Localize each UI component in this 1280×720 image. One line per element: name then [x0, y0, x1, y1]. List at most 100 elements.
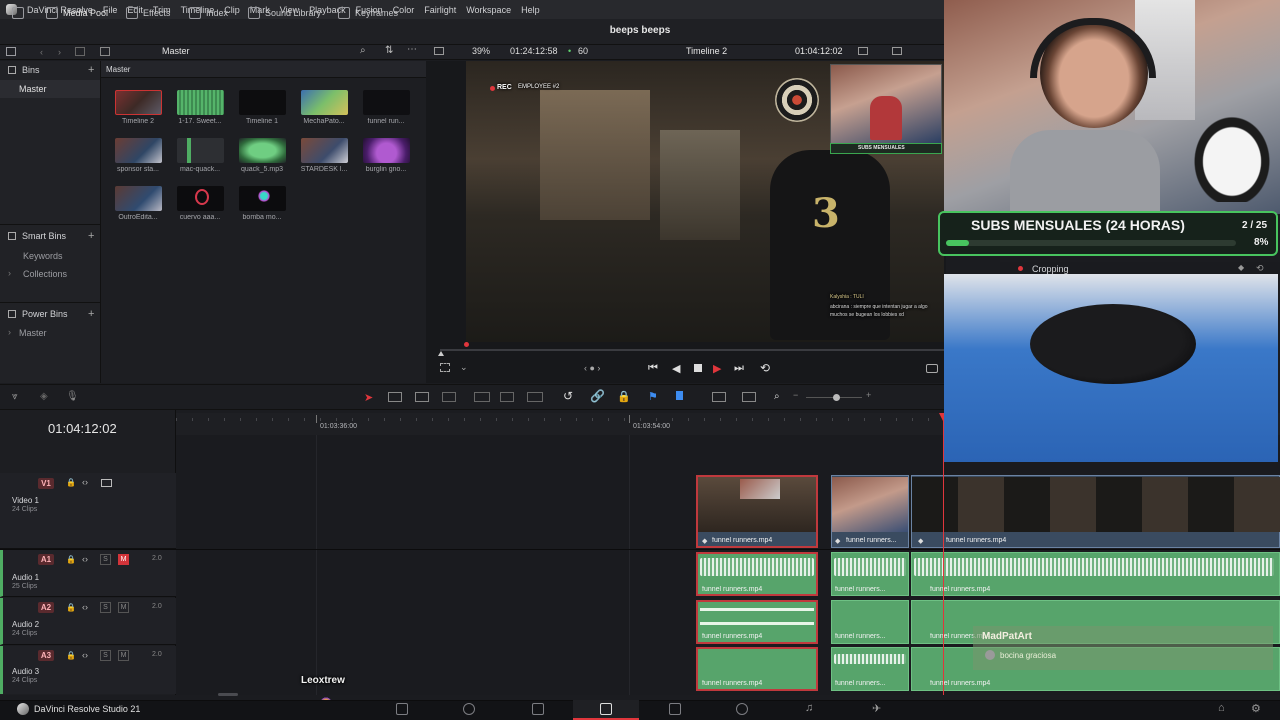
chevron-down-icon[interactable]: ⌄ — [460, 362, 468, 373]
bin-master-row[interactable] — [0, 80, 100, 98]
overwrite-clip-icon[interactable] — [500, 392, 514, 402]
color-page-icon[interactable] — [736, 703, 748, 715]
zoom-icon[interactable]: ⌕ — [774, 391, 780, 402]
list-view-icon[interactable] — [75, 47, 85, 56]
nav-back-icon[interactable]: ‹ — [40, 47, 43, 57]
insert-clip-icon[interactable] — [474, 392, 490, 402]
lock-icon[interactable]: 🔒 — [66, 603, 76, 612]
mute-button[interactable]: M — [118, 602, 129, 613]
zoom-in-icon[interactable]: + — [866, 390, 871, 400]
smart-bin-collections[interactable]: Collections — [23, 269, 67, 279]
viewer-options-icon[interactable] — [858, 47, 868, 55]
timeline-scrollbar[interactable] — [218, 693, 238, 696]
power-bin-master[interactable]: Master — [19, 328, 47, 338]
effects-button[interactable]: Effects — [126, 6, 170, 20]
blade-tool-icon[interactable] — [442, 392, 456, 402]
nav-forward-icon[interactable]: › — [58, 47, 61, 57]
more-options-icon[interactable]: ⋯ — [407, 44, 417, 55]
lock-icon[interactable]: 🔒 — [617, 390, 631, 403]
lock-icon[interactable]: 🔒 — [66, 478, 76, 487]
mute-button[interactable]: M — [118, 650, 129, 661]
marker-icon[interactable] — [676, 391, 683, 400]
lock-icon[interactable]: 🔒 — [66, 555, 76, 564]
in-point-icon[interactable] — [438, 351, 444, 356]
clip-thumbnail[interactable] — [301, 90, 348, 115]
track-id-a3[interactable]: A3 — [38, 650, 54, 661]
search-icon[interactable]: ⌕ — [360, 45, 366, 56]
selection-tool-icon[interactable]: ➤ — [364, 391, 373, 404]
index-button[interactable]: Index — [189, 6, 228, 20]
solo-button[interactable]: S — [100, 554, 111, 565]
audio-meter-icon[interactable]: ◈ — [40, 391, 48, 402]
chevron-right-icon[interactable]: › — [8, 327, 11, 337]
play-reverse-icon[interactable]: ◀ — [672, 362, 680, 375]
mute-button[interactable]: M — [118, 554, 129, 565]
edit-list-icon[interactable] — [532, 703, 544, 715]
jog-control-icon[interactable]: ‹ ● › — [584, 363, 600, 373]
skip-end-icon[interactable]: ⏭ — [734, 362, 744, 375]
timeline-thumbnail[interactable] — [239, 90, 286, 115]
smart-bin-keywords[interactable]: Keywords — [23, 251, 63, 261]
crop-tool-icon[interactable] — [440, 363, 450, 372]
media-pool-button[interactable]: Media Pool — [46, 6, 108, 20]
stop-icon[interactable] — [694, 364, 702, 372]
zoom-slider-handle[interactable] — [833, 394, 840, 401]
clip-view-icon[interactable] — [892, 47, 902, 55]
auto-select-icon[interactable]: ‹› — [82, 650, 88, 660]
deliver-page-icon[interactable]: ✈ — [872, 702, 881, 715]
cropping-reset-icon[interactable]: ⟲ — [1256, 263, 1264, 274]
viewer-scrubber[interactable] — [440, 349, 944, 351]
audio-clip-thumbnail[interactable] — [177, 138, 224, 163]
clip-thumbnail[interactable] — [115, 138, 162, 163]
replace-clip-icon[interactable] — [527, 392, 543, 402]
auto-select-icon[interactable]: ‹› — [82, 477, 88, 487]
track-id-v1[interactable]: V1 — [38, 478, 54, 489]
layout-toggle-button[interactable] — [12, 6, 24, 20]
auto-select-icon[interactable]: ‹› — [82, 554, 88, 564]
fairlight-page-icon[interactable]: ♫ — [805, 702, 813, 714]
fusion-page-icon[interactable] — [669, 703, 681, 715]
clip-thumbnail[interactable] — [363, 138, 410, 163]
auto-select-icon[interactable]: ‹› — [82, 602, 88, 612]
fullscreen-icon[interactable] — [926, 364, 938, 373]
audio-clip-thumbnail[interactable] — [239, 138, 286, 163]
play-icon[interactable]: ▶ — [713, 362, 721, 375]
snapping-icon[interactable]: ↺ — [563, 389, 573, 403]
dynamic-trim-icon[interactable] — [415, 392, 429, 402]
zoom-out-icon[interactable]: − — [793, 390, 798, 400]
timeline-view-icon[interactable]: ⩔ — [12, 391, 18, 402]
clip-thumbnail[interactable] — [115, 186, 162, 211]
microphone-icon[interactable]: 🎙 — [66, 391, 79, 402]
timeline-name[interactable]: Timeline 2 — [686, 46, 727, 56]
settings-gear-icon[interactable]: ⚙ — [1251, 702, 1261, 715]
track-id-a2[interactable]: A2 — [38, 602, 54, 613]
edit-page-icon[interactable] — [600, 703, 612, 715]
menu-workspace[interactable]: Workspace — [466, 5, 511, 15]
full-extent-zoom-icon[interactable] — [712, 392, 726, 402]
sound-library-button[interactable]: Sound Library — [248, 6, 321, 20]
sort-icon[interactable]: ⇅ — [385, 45, 393, 56]
solo-button[interactable]: S — [100, 650, 111, 661]
audio-clip-thumbnail[interactable] — [177, 90, 224, 115]
sidebar-toggle-icon[interactable] — [6, 47, 16, 56]
add-bin-icon[interactable]: + — [88, 64, 94, 76]
track-display-icon[interactable] — [101, 479, 112, 487]
track-id-a1[interactable]: A1 — [38, 554, 54, 565]
keyframes-button[interactable]: Keyframes — [338, 6, 398, 20]
cropping-keyframe-icon[interactable]: ◆ — [1238, 263, 1244, 272]
playhead-marker-icon[interactable] — [464, 342, 469, 347]
loop-icon[interactable]: ⟲ — [760, 361, 770, 375]
menu-help[interactable]: Help — [521, 5, 540, 15]
media-page-icon[interactable] — [396, 703, 408, 715]
clip-thumbnail[interactable] — [115, 90, 162, 115]
lock-icon[interactable]: 🔒 — [66, 651, 76, 660]
clip-thumbnail[interactable] — [301, 138, 348, 163]
chevron-right-icon[interactable]: › — [8, 268, 11, 278]
detail-zoom-icon[interactable] — [742, 392, 756, 402]
flag-icon[interactable]: ⚑ — [648, 390, 658, 403]
trim-tool-icon[interactable] — [388, 392, 402, 402]
add-smart-bin-icon[interactable]: + — [88, 230, 94, 242]
cut-page-icon[interactable] — [463, 703, 475, 715]
clip-thumbnail[interactable] — [363, 90, 410, 115]
menu-fairlight[interactable]: Fairlight — [424, 5, 456, 15]
